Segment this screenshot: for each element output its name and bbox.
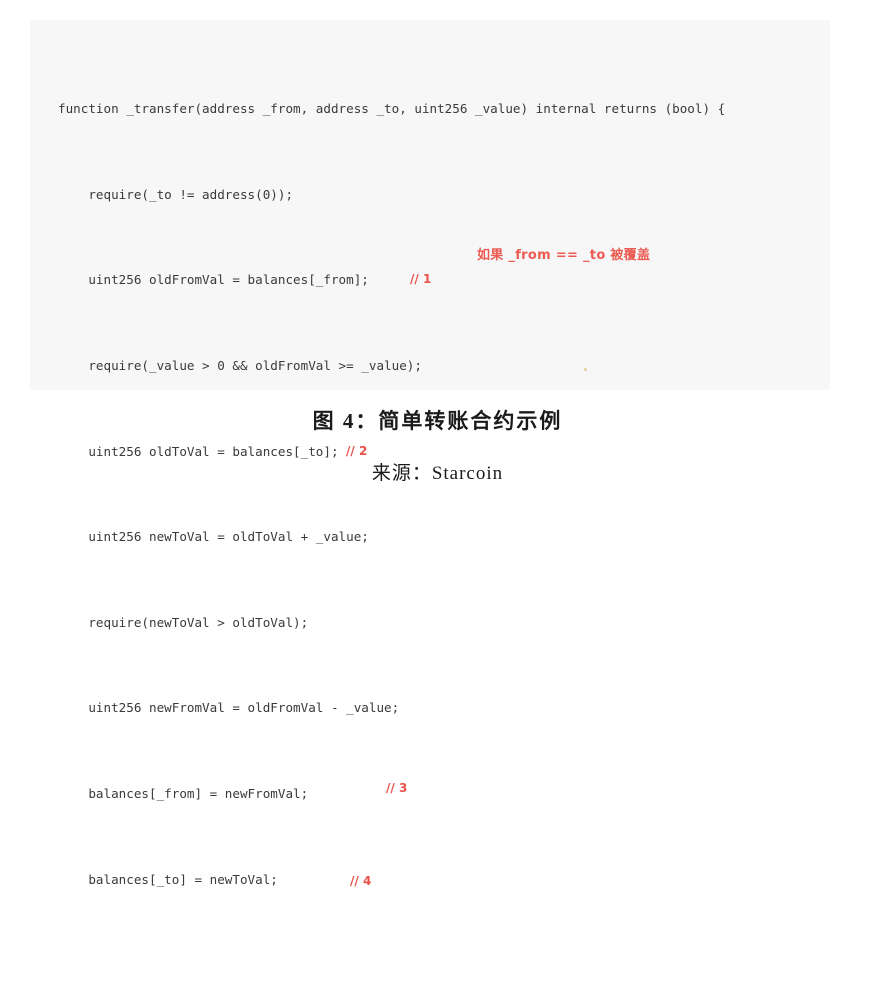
annotation-overwrite-note: 如果 _from == _to 被覆盖 <box>477 248 651 263</box>
code-block: function _transfer(address _from, addres… <box>30 20 830 888</box>
code-line: balances[_to] = newToVal; // 4 <box>58 869 822 890</box>
code-line: uint256 newToVal = oldToVal + _value; <box>58 526 822 547</box>
code-line-text: balances[_to] = newToVal; <box>58 871 278 887</box>
code-line: require(newToVal > oldToVal); <box>58 612 822 633</box>
code-line-text: uint256 oldFromVal = balances[_from]; <box>58 272 369 288</box>
code-line: function _transfer(address _from, addres… <box>58 98 822 119</box>
code-line: require(_to != address(0)); <box>58 184 822 205</box>
code-line: uint256 newFromVal = oldFromVal - _value… <box>58 697 822 718</box>
figure-source: 来源：Starcoin <box>371 463 504 484</box>
comment-marker-3: // 3 <box>386 781 408 796</box>
code-line-text: require(_to != address(0)); <box>58 186 294 202</box>
code-line: uint256 oldFromVal = balances[_from]; // … <box>58 269 822 290</box>
code-line-text: uint256 oldToVal = balances[_to]; <box>58 443 339 459</box>
figure-container: function _transfer(address _from, addres… <box>0 0 875 888</box>
figure-caption: 图 4：简单转账合约示例 <box>312 409 563 433</box>
code-line-text: require(_value > 0 && oldFromVal >= _val… <box>58 358 422 374</box>
comment-marker-4: // 4 <box>350 873 372 888</box>
code-line-text: require(newToVal > oldToVal); <box>58 614 309 630</box>
code-line: balances[_from] = newFromVal; // 3 <box>58 781 822 804</box>
comment-marker-1: // 1 <box>410 272 432 287</box>
code-line-text: uint256 newToVal = oldToVal + _value; <box>58 529 369 545</box>
code-line-text: uint256 newFromVal = oldFromVal - _value… <box>58 700 400 716</box>
code-line: require(_value > 0 && oldFromVal >= _val… <box>58 355 822 376</box>
code-listing: function _transfer(address _from, addres… <box>58 34 822 1002</box>
artifact-dot <box>584 368 587 371</box>
code-line-text: balances[_from] = newFromVal; <box>58 786 309 802</box>
code-line-text: function _transfer(address _from, addres… <box>58 101 726 117</box>
